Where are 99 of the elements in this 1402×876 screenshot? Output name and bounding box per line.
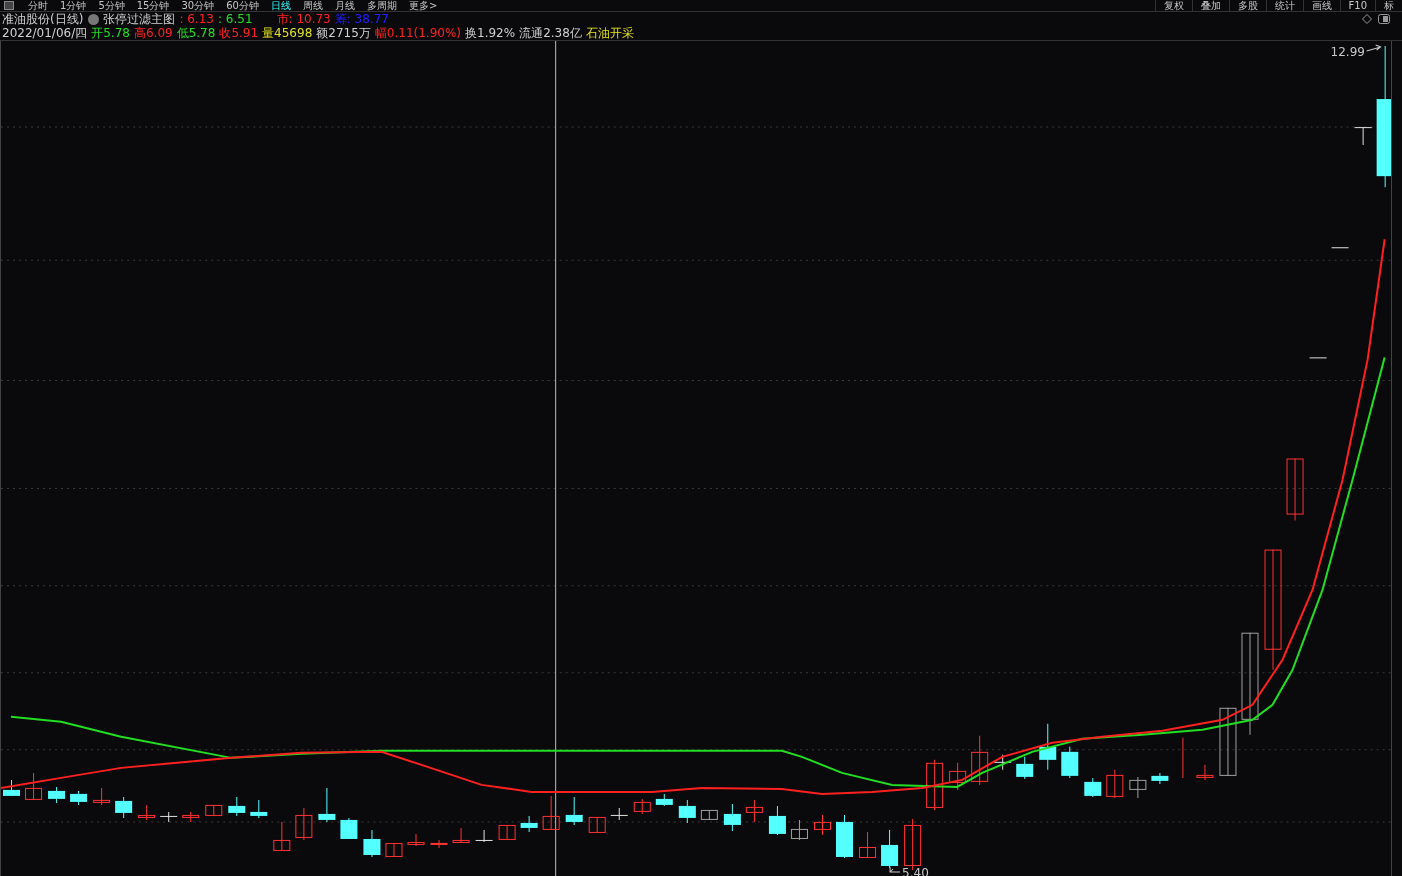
quote-field: 幅0.11(1.90%) <box>374 26 462 40</box>
candlestick <box>1354 126 1373 146</box>
candlestick <box>949 762 967 791</box>
candlestick <box>700 809 718 821</box>
window-icon[interactable] <box>4 1 14 10</box>
candlestick <box>70 790 88 806</box>
price-label: 12.99 <box>1330 45 1365 59</box>
quote-field: 高6.09 <box>133 26 173 40</box>
candlestick <box>407 833 425 847</box>
candlestick <box>25 772 43 801</box>
quote-field: 石油开采 <box>585 26 634 40</box>
candlestick <box>1016 756 1034 780</box>
indicator-value: 市: 10.73 <box>276 12 331 26</box>
period-tab[interactable]: 更多> <box>408 0 446 11</box>
candlestick <box>1331 246 1350 249</box>
period-tab[interactable]: 60分钟 <box>226 0 267 11</box>
candlestick <box>1151 772 1169 785</box>
candlestick <box>363 829 381 858</box>
period-tab[interactable]: 分时 <box>28 0 56 11</box>
toolbar-button[interactable]: 标 <box>1375 0 1402 11</box>
candlestick <box>452 827 470 844</box>
toolbar-button[interactable]: 叠加 <box>1191 0 1229 11</box>
toolbar-button[interactable]: 统计 <box>1265 0 1303 11</box>
pointer-arrow <box>889 866 901 873</box>
quote-field: 低5.78 <box>176 26 216 40</box>
candlestick <box>3 779 20 797</box>
candlestick <box>228 796 246 817</box>
candlestick <box>159 811 178 823</box>
period-tab[interactable]: 月线 <box>334 0 363 11</box>
pointer-arrow <box>1366 44 1382 52</box>
quote-field: 开5.78 <box>91 26 130 40</box>
period-tab[interactable]: 周线 <box>302 0 331 11</box>
toolbar-button[interactable]: 复权 <box>1154 0 1192 11</box>
candlestick <box>1196 764 1214 781</box>
candlestick <box>655 793 673 807</box>
candlestick <box>813 814 831 836</box>
candlestick <box>205 804 223 817</box>
period-tab[interactable]: 30分钟 <box>181 0 223 11</box>
quote-field: 额2715万 <box>316 26 371 40</box>
candlestick <box>1286 458 1304 522</box>
candlestick <box>430 839 448 849</box>
quote-field: 换1.92% <box>465 26 516 40</box>
candlestick <box>1182 737 1184 779</box>
candlestick <box>318 787 336 823</box>
quote-date: 2022/01/06/四 <box>2 26 88 40</box>
period-tab[interactable]: 多周期 <box>366 0 405 11</box>
candlestick <box>836 814 853 859</box>
candlestick <box>723 803 741 832</box>
candlestick <box>633 798 651 815</box>
candlestick <box>993 754 1012 771</box>
candlestick <box>520 815 538 833</box>
candlestick <box>1039 723 1057 771</box>
period-tab[interactable]: 1分钟 <box>60 0 95 11</box>
candlestick <box>1219 707 1237 777</box>
candlestick <box>565 796 583 826</box>
candlestick <box>745 799 763 823</box>
stock-title: 准油股份(日线) <box>2 12 84 26</box>
candlestick <box>678 799 696 824</box>
candlestick <box>588 816 606 834</box>
toolbar-button[interactable]: 画线 <box>1302 0 1340 11</box>
candlestick <box>1129 776 1147 799</box>
indicator-value: : 6.51 <box>217 12 253 26</box>
candlestick <box>295 807 313 841</box>
candlestick <box>926 759 944 811</box>
candlestick <box>610 807 629 821</box>
indicator-value: : 6.13 <box>179 12 214 26</box>
toolbar-button[interactable]: F10 <box>1339 0 1375 11</box>
candlestick <box>1084 777 1102 798</box>
indicator-name: 张停过滤主图 <box>103 12 176 26</box>
candlestick <box>182 811 200 823</box>
candlestick <box>790 819 808 841</box>
candlestick <box>138 804 156 821</box>
candlestick <box>971 735 989 786</box>
quote-field: 流通2.38亿 <box>519 26 582 40</box>
diamond-icon[interactable] <box>1362 14 1372 24</box>
candlestick <box>48 786 66 804</box>
period-tab[interactable]: 15分钟 <box>136 0 178 11</box>
candlestick <box>498 824 516 841</box>
quote-field: 收5.91 <box>219 26 259 40</box>
period-tab[interactable]: 日线 <box>270 0 299 11</box>
candlestick <box>273 821 291 852</box>
quote-field: 量45698 <box>262 26 313 40</box>
candlestick <box>475 829 494 843</box>
candlestick <box>250 799 268 819</box>
candlestick <box>115 796 133 819</box>
candlestick <box>768 805 786 836</box>
candlestick <box>385 842 403 858</box>
candlestick <box>1061 746 1079 779</box>
toolbar-button[interactable]: 多股 <box>1228 0 1266 11</box>
candlestick <box>542 795 560 831</box>
candlestick <box>1106 769 1124 799</box>
toggle-icon[interactable] <box>1378 14 1390 24</box>
candlestick <box>93 787 111 806</box>
candlestick <box>340 817 358 840</box>
candlestick <box>1309 356 1328 359</box>
indicator-value: 筹: 38.77 <box>334 12 389 26</box>
period-tab[interactable]: 5分钟 <box>98 0 133 11</box>
candlestick <box>881 829 899 869</box>
candlestick <box>859 831 877 859</box>
